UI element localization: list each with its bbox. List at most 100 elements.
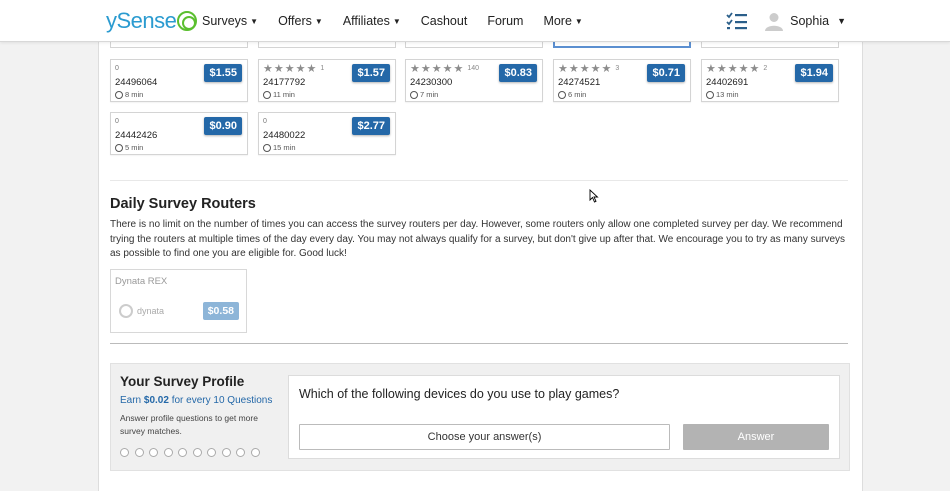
star-rating-icon: ★★★★★ [263,62,318,75]
survey-card-partial[interactable] [701,42,839,48]
nav-right: Sophia ▼ [726,0,846,42]
survey-card[interactable]: ★★★★★ 1 24177792 11 min $1.57 [258,59,396,102]
section-divider [110,180,848,181]
survey-duration: 5 min [115,143,143,152]
question-box: Which of the following devices do you us… [288,375,840,459]
section-divider [110,343,848,344]
survey-card-partial[interactable] [405,42,543,48]
progress-dot [207,448,216,457]
survey-price-button[interactable]: $0.90 [204,117,242,135]
earn-prefix: Earn [120,395,144,406]
duration-text: 6 min [568,90,587,99]
survey-card[interactable]: 0 24480022 15 min $2.77 [258,112,396,155]
star-rating-icon: ★★★★★ [410,62,465,75]
profile-title: Your Survey Profile [120,374,245,389]
clock-icon [410,90,418,99]
clock-icon [706,90,714,99]
nav-item-more[interactable]: More ▼ [543,14,582,28]
routers-title: Daily Survey Routers [110,196,256,212]
survey-price-button[interactable]: $1.57 [352,64,390,82]
logo-ring-icon [177,11,198,31]
clock-icon [558,90,566,99]
progress-dot [192,448,202,457]
ysense-logo[interactable]: ySense [106,8,198,34]
survey-duration: 15 min [263,143,296,152]
checklist-icon[interactable] [726,12,748,30]
nav-label: More [543,14,572,28]
question-text: Which of the following devices do you us… [299,387,620,401]
survey-duration: 13 min [706,90,739,99]
dynata-logo: dynata [119,304,164,318]
duration-text: 13 min [716,90,739,99]
survey-card[interactable]: ★★★★★ 2 24402691 13 min $1.94 [701,59,839,102]
answer-button[interactable]: Answer [683,424,829,450]
progress-dot [236,448,245,457]
rating-count: 2 [763,64,768,72]
duration-text: 5 min [125,143,144,152]
survey-card-partial[interactable] [110,42,248,48]
survey-id: 24442426 [115,130,158,141]
nav-item-offers[interactable]: Offers ▼ [278,14,323,28]
nav-label: Forum [487,14,524,28]
survey-id: 24480022 [263,130,306,141]
top-navbar: ySense Surveys ▼ Offers ▼ Affiliates ▼ Cash… [0,0,950,42]
survey-profile-panel: Your Survey Profile Earn $0.02 for every… [110,363,850,471]
profile-progress [120,448,265,457]
caret-down-icon: ▼ [392,16,401,26]
earn-suffix: for every 10 Questions [168,395,273,406]
rating: 0 [115,116,119,126]
survey-card[interactable]: ★★★★★ 3 24274521 6 min $0.71 [553,59,691,102]
rating: 0 [115,63,119,73]
rating-count: 0 [115,64,119,72]
survey-card[interactable]: ★★★★★ 140 24230300 7 min $0.83 [405,59,543,102]
nav-item-affiliates[interactable]: Affiliates ▼ [343,14,401,28]
survey-price-button[interactable]: $0.71 [647,64,685,82]
nav-item-forum[interactable]: Forum [487,14,523,28]
survey-duration: 11 min [263,90,295,99]
nav-item-cashout[interactable]: Cashout [421,14,468,28]
nav-label: Affiliates [342,14,390,28]
username[interactable]: Sophia [790,14,829,28]
router-card-dynata[interactable]: Dynata REX dynata $0.58 [110,269,247,333]
dynata-brand-text: dynata [137,306,165,316]
caret-down-icon: ▼ [250,16,259,26]
survey-card-partial[interactable] [258,42,396,48]
choose-answer-button[interactable]: Choose your answer(s) [299,424,670,450]
rating-count: 0 [263,117,267,125]
survey-id: 24274521 [558,77,601,88]
progress-dot [149,448,158,457]
router-price-button[interactable]: $0.58 [202,302,239,320]
caret-down-icon: ▼ [314,16,323,26]
survey-card-partial[interactable] [553,42,691,48]
mouse-cursor-icon [589,189,599,203]
caret-down-icon[interactable]: ▼ [837,16,846,26]
rating: ★★★★★ 1 [263,62,325,75]
progress-dot [250,448,260,457]
progress-dot [221,448,231,457]
survey-duration: 6 min [558,90,586,99]
nav-label: Surveys [202,14,248,28]
star-rating-icon: ★★★★★ [706,62,761,75]
survey-id: 24402691 [706,77,749,88]
clock-icon [263,90,271,99]
rating: 0 [263,116,267,126]
survey-card[interactable]: 0 24442426 5 min $0.90 [110,112,248,155]
survey-price-button[interactable]: $2.77 [352,117,390,135]
nav-item-surveys[interactable]: Surveys ▼ [202,14,258,28]
progress-dot [120,448,129,457]
survey-duration: 7 min [410,90,438,99]
survey-id: 24496064 [115,77,158,88]
clock-icon [115,90,123,99]
survey-price-button[interactable]: $0.83 [499,64,537,82]
rating: ★★★★★ 2 [706,62,768,75]
survey-price-button[interactable]: $1.55 [204,64,242,82]
main-nav: Surveys ▼ Offers ▼ Affiliates ▼ Cashout For… [202,0,603,42]
logo-text: ySense [106,8,177,33]
progress-dot [134,448,144,457]
survey-price-button[interactable]: $1.94 [795,64,833,82]
router-name: Dynata REX [115,276,168,287]
clock-icon [115,143,123,152]
avatar[interactable] [764,11,784,31]
survey-card[interactable]: 0 24496064 8 min $1.55 [110,59,248,102]
rating-count: 1 [320,64,325,72]
